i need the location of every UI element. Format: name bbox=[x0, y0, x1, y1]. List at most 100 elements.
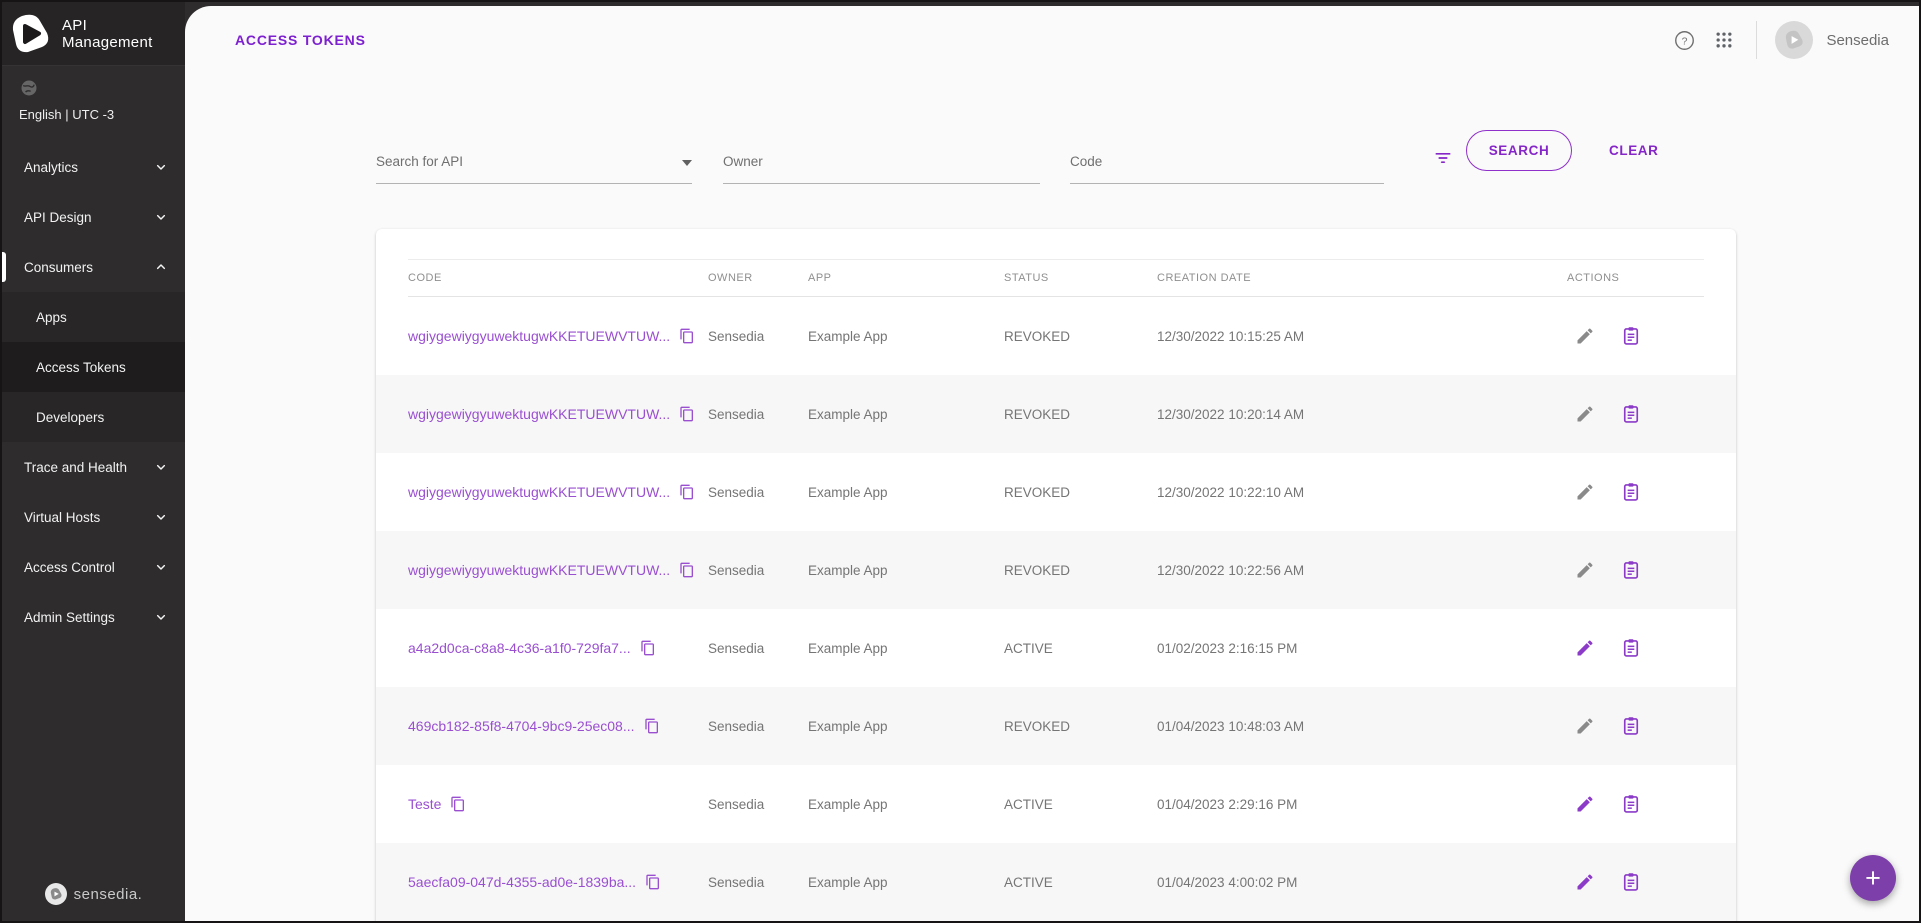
sidebar-menu: Analytics API Design ConsumersApps Access T… bbox=[2, 142, 185, 642]
token-code-link[interactable]: 469cb182-85f8-4704-9bc9-25ec08... bbox=[408, 718, 635, 734]
token-details-button[interactable] bbox=[1613, 552, 1649, 588]
clipboard-icon bbox=[1621, 638, 1641, 658]
clipboard-icon bbox=[1621, 326, 1641, 346]
owner-cell: Sensedia bbox=[708, 719, 808, 734]
edit-token-button[interactable] bbox=[1567, 630, 1603, 666]
owner-cell: Sensedia bbox=[708, 485, 808, 500]
edit-token-button[interactable] bbox=[1567, 708, 1603, 744]
token-details-button[interactable] bbox=[1613, 318, 1649, 354]
language-label: English | UTC -3 bbox=[19, 107, 185, 122]
sidebar-item-consumers[interactable]: Consumers bbox=[2, 242, 185, 292]
chevron-down-icon bbox=[153, 459, 169, 475]
table-body: wgiygewiygyuwektugwKKETUEWVTUW... Sensedi… bbox=[408, 297, 1704, 921]
edit-pencil-icon bbox=[1575, 872, 1595, 892]
actions-cell bbox=[1567, 318, 1704, 354]
sidebar-item-access-tokens[interactable]: Access Tokens bbox=[2, 342, 185, 392]
token-details-button[interactable] bbox=[1613, 864, 1649, 900]
sidebar-item-admin-settings[interactable]: Admin Settings bbox=[2, 592, 185, 642]
add-token-fab[interactable]: + bbox=[1850, 855, 1896, 901]
status-cell: ACTIVE bbox=[1004, 641, 1157, 656]
edit-token-button[interactable] bbox=[1567, 396, 1603, 432]
sidebar-item-label: API Design bbox=[24, 210, 92, 225]
copy-code-button[interactable] bbox=[679, 406, 695, 422]
help-button[interactable]: ? bbox=[1664, 20, 1704, 60]
help-icon: ? bbox=[1674, 30, 1695, 51]
edit-token-button[interactable] bbox=[1567, 474, 1603, 510]
copy-code-button[interactable] bbox=[644, 718, 660, 734]
copy-code-button[interactable] bbox=[679, 328, 695, 344]
token-details-button[interactable] bbox=[1613, 786, 1649, 822]
sidebar-item-apps[interactable]: Apps bbox=[2, 292, 185, 342]
token-code-link[interactable]: wgiygewiygyuwektugwKKETUEWVTUW... bbox=[408, 328, 670, 344]
token-code-link[interactable]: wgiygewiygyuwektugwKKETUEWVTUW... bbox=[408, 406, 670, 422]
code-cell: a4a2d0ca-c8a8-4c36-a1f0-729fa7... bbox=[408, 640, 708, 656]
copy-code-button[interactable] bbox=[679, 484, 695, 500]
clear-button[interactable]: CLEAR bbox=[1597, 130, 1671, 171]
topbar-right: ? Sensedia bbox=[1664, 18, 1889, 62]
token-code-link[interactable]: wgiygewiygyuwektugwKKETUEWVTUW... bbox=[408, 484, 670, 500]
copy-icon bbox=[645, 874, 661, 890]
filter-lines-icon bbox=[1433, 148, 1453, 168]
topbar: ACCESS TOKENS ? bbox=[185, 6, 1919, 72]
app-cell: Example App bbox=[808, 485, 1004, 500]
code-cell: wgiygewiygyuwektugwKKETUEWVTUW... bbox=[408, 406, 708, 422]
code-input[interactable]: Code bbox=[1070, 124, 1384, 184]
edit-token-button[interactable] bbox=[1567, 318, 1603, 354]
copy-code-button[interactable] bbox=[450, 796, 466, 812]
apps-grid-button[interactable] bbox=[1704, 20, 1744, 60]
sidebar-item-api-design[interactable]: API Design bbox=[2, 192, 185, 242]
user-avatar[interactable] bbox=[1775, 21, 1813, 59]
sidebar-item-label: Access Tokens bbox=[36, 360, 126, 375]
clipboard-icon bbox=[1621, 404, 1641, 424]
token-details-button[interactable] bbox=[1613, 630, 1649, 666]
actions-cell bbox=[1567, 630, 1704, 666]
col-status: STATUS bbox=[1004, 272, 1157, 284]
creation-date-cell: 12/30/2022 10:20:14 AM bbox=[1157, 407, 1567, 422]
api-select[interactable]: Search for API bbox=[376, 124, 692, 184]
sidebar-item-virtual-hosts[interactable]: Virtual Hosts bbox=[2, 492, 185, 542]
token-code-link[interactable]: 5aecfa09-047d-4355-ad0e-1839ba... bbox=[408, 874, 636, 890]
status-cell: REVOKED bbox=[1004, 329, 1157, 344]
token-details-button[interactable] bbox=[1613, 474, 1649, 510]
table-row: a4a2d0ca-c8a8-4c36-a1f0-729fa7...Sensedi… bbox=[408, 609, 1704, 687]
copy-icon bbox=[644, 718, 660, 734]
code-placeholder: Code bbox=[1070, 154, 1102, 169]
token-code-link[interactable]: wgiygewiygyuwektugwKKETUEWVTUW... bbox=[408, 562, 670, 578]
sidebar-item-analytics[interactable]: Analytics bbox=[2, 142, 185, 192]
edit-token-button[interactable] bbox=[1567, 552, 1603, 588]
sidebar-item-label: Access Control bbox=[24, 560, 115, 575]
edit-token-button[interactable] bbox=[1567, 786, 1603, 822]
code-cell: Teste bbox=[408, 796, 708, 812]
clipboard-icon bbox=[1621, 794, 1641, 814]
chevron-down-icon bbox=[153, 559, 169, 575]
edit-token-button[interactable] bbox=[1567, 864, 1603, 900]
token-code-link[interactable]: a4a2d0ca-c8a8-4c36-a1f0-729fa7... bbox=[408, 640, 631, 656]
app-cell: Example App bbox=[808, 329, 1004, 344]
chevron-down-icon bbox=[153, 209, 169, 225]
code-cell: wgiygewiygyuwektugwKKETUEWVTUW... bbox=[408, 328, 708, 344]
app-logo-text: API Management bbox=[62, 17, 153, 51]
advanced-filter-button[interactable] bbox=[1423, 138, 1463, 178]
edit-pencil-icon bbox=[1575, 482, 1595, 502]
token-details-button[interactable] bbox=[1613, 708, 1649, 744]
copy-code-button[interactable] bbox=[640, 640, 656, 656]
actions-cell bbox=[1567, 474, 1704, 510]
sidebar-item-access-control[interactable]: Access Control bbox=[2, 542, 185, 592]
copy-code-button[interactable] bbox=[645, 874, 661, 890]
status-cell: REVOKED bbox=[1004, 407, 1157, 422]
token-code-link[interactable]: Teste bbox=[408, 796, 441, 812]
creation-date-cell: 01/04/2023 4:00:02 PM bbox=[1157, 875, 1567, 890]
search-button[interactable]: SEARCH bbox=[1466, 130, 1572, 171]
edit-pencil-icon bbox=[1575, 716, 1595, 736]
sidebar-item-trace-and-health[interactable]: Trace and Health bbox=[2, 442, 185, 492]
language-selector[interactable]: English | UTC -3 bbox=[2, 66, 185, 136]
sidebar-item-developers[interactable]: Developers bbox=[2, 392, 185, 442]
creation-date-cell: 12/30/2022 10:15:25 AM bbox=[1157, 329, 1567, 344]
edit-pencil-icon bbox=[1575, 794, 1595, 814]
app-cell: Example App bbox=[808, 797, 1004, 812]
token-details-button[interactable] bbox=[1613, 396, 1649, 432]
copy-code-button[interactable] bbox=[679, 562, 695, 578]
owner-input[interactable]: Owner bbox=[723, 124, 1040, 184]
status-cell: ACTIVE bbox=[1004, 797, 1157, 812]
sidebar-item-label: Analytics bbox=[24, 160, 78, 175]
